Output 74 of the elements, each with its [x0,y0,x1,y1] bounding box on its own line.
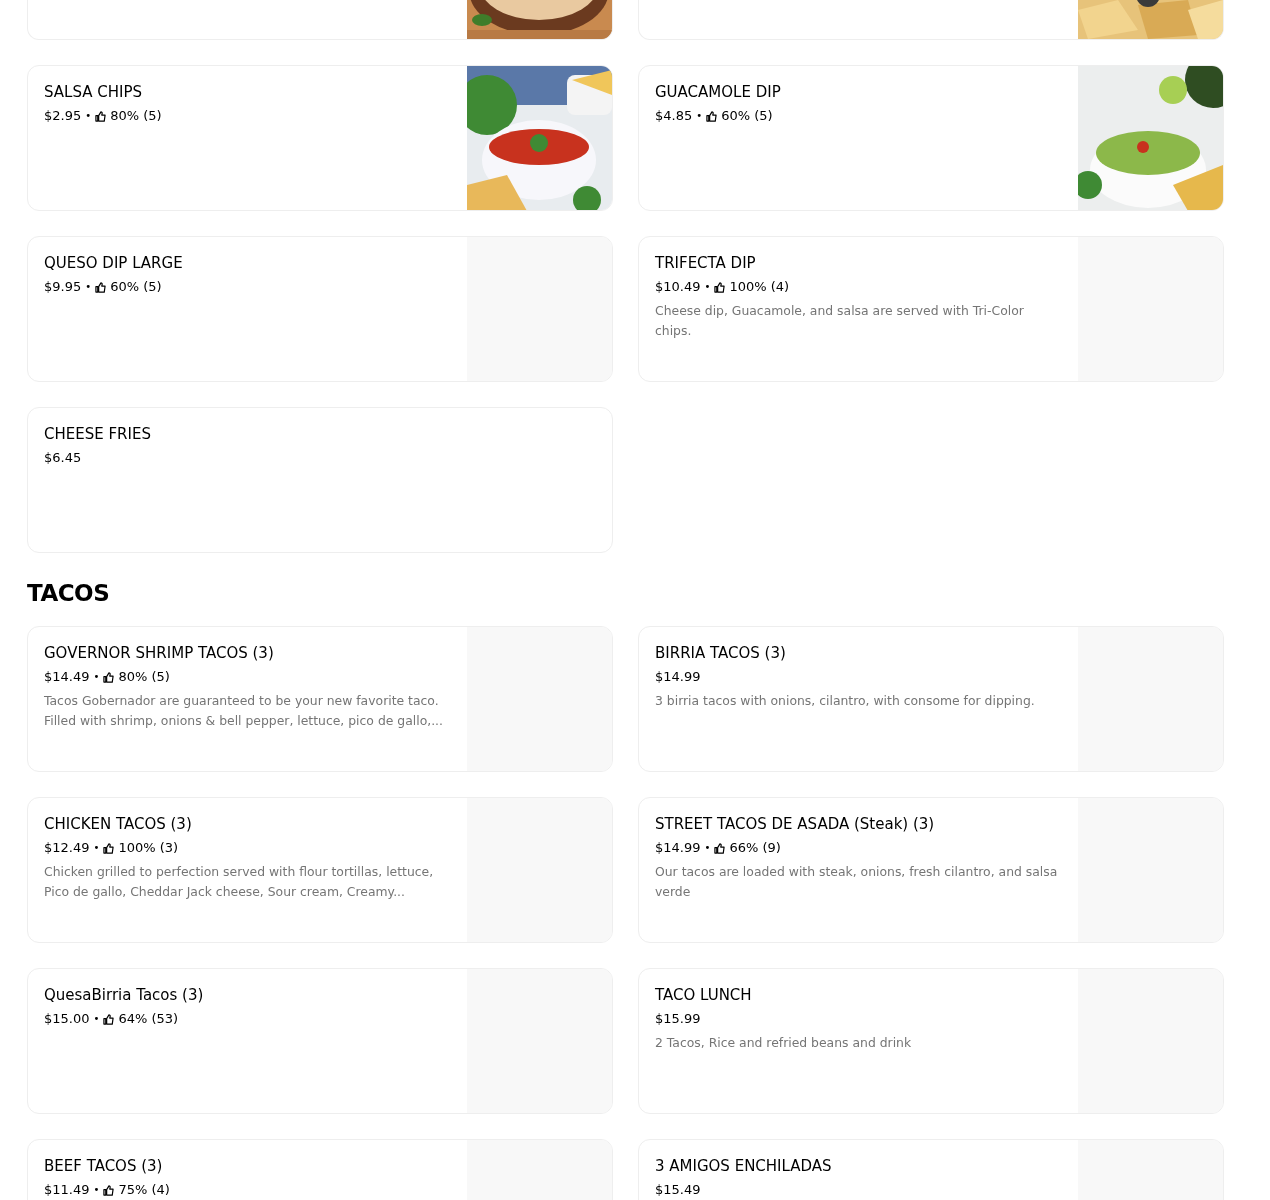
menu-item-card[interactable] [27,0,613,40]
menu-item-card[interactable]: CHICKEN TACOS (3) $12.49 • 100% (3) Chicken grilled to perfection served with flour tortillas, lettuce, Pico de gallo, Cheddar Jack cheese, Sour cream, Creamy... [27,797,613,943]
item-rating: 66% (9) [729,839,781,857]
item-rating: 80% (5) [110,107,162,125]
item-rating: 60% (5) [721,107,773,125]
thumbs-up-icon [103,1013,115,1025]
item-price: $6.45 [44,449,82,467]
thumbs-up-icon [103,842,115,854]
item-description: 2 Tacos, Rice and refried beans and drink [655,1034,913,1052]
item-name: QuesaBirria Tacos (3) [44,985,205,1005]
item-name: GUACAMOLE DIP [655,82,782,102]
item-name: STREET TACOS DE ASADA (Steak) (3) [655,814,936,834]
item-price: $14.99 [655,668,701,686]
item-price: $15.99 [655,1010,701,1028]
separator-dot: • [93,841,100,855]
thumbs-up-icon [103,671,115,683]
item-price: $12.49 [44,839,90,857]
separator-dot: • [85,109,92,123]
menu-item-card[interactable]: QUESO DIP LARGE $9.95 • 60% (5) [27,236,613,382]
item-price: $9.95 [44,278,82,296]
item-rating: 60% (5) [110,278,162,296]
item-description: Cheese dip, Guacamole, and salsa are served with Tri-Color chips. [655,302,1025,340]
separator-dot: • [704,841,711,855]
item-name: QUESO DIP LARGE [44,253,184,273]
item-rating: 80% (5) [118,668,170,686]
menu-item-card[interactable]: BIRRIA TACOS (3) $14.99 3 birria tacos with onions, cilantro, with consome for dipping. [638,626,1224,772]
thumbs-up-icon [706,110,718,122]
menu-item-card[interactable]: STREET TACOS DE ASADA (Steak) (3) $14.99 • 66% (9) Our tacos are loaded with steak, onions, fresh cilantro, and salsa verde [638,797,1224,943]
menu-item-card[interactable]: SALSA CHIPS $2.95 • 80% (5) [27,65,613,211]
item-price: $4.85 [655,107,693,125]
menu-item-card[interactable]: GUACAMOLE DIP $4.85 • 60% (5) [638,65,1224,211]
item-description: Our tacos are loaded with steak, onions, fresh cilantro, and salsa verde [655,863,1059,901]
item-price: $2.95 [44,107,82,125]
item-name: CHICKEN TACOS (3) [44,814,193,834]
item-name: GOVERNOR SHRIMP TACOS (3) [44,643,275,663]
thumbs-up-icon [714,281,726,293]
separator-dot: • [93,1183,100,1197]
separator-dot: • [704,280,711,294]
item-name: BEEF TACOS (3) [44,1156,164,1176]
item-description: Chicken grilled to perfection served with flour tortillas, lettuce, Pico de gallo, Cheddar Jack cheese, Sour cream, Creamy... [44,863,435,901]
item-name: 3 AMIGOS ENCHILADAS [655,1156,833,1176]
separator-dot: • [93,670,100,684]
separator-dot: • [85,280,92,294]
menu-item-card[interactable]: CHEESE FRIES $6.45 [27,407,613,553]
menu-item-card[interactable]: 3 AMIGOS ENCHILADAS $15.49 [638,1139,1224,1200]
item-rating: 75% (4) [118,1181,170,1199]
item-description: Tacos Gobernador are guaranteed to be your new favorite taco. Filled with shrimp, onions & bell pepper, lettuce, pico de gallo,... [44,692,444,730]
section-heading: TACOS [27,581,111,606]
menu-item-card[interactable]: TRIFECTA DIP $10.49 • 100% (4) Cheese dip, Guacamole, and salsa are served with Tri-Color chips. [638,236,1224,382]
separator-dot: • [696,109,703,123]
menu-item-card[interactable]: BEEF TACOS (3) $11.49 • 75% (4) [27,1139,613,1200]
menu-item-card[interactable]: TACO LUNCH $15.99 2 Tacos, Rice and refried beans and drink [638,968,1224,1114]
item-name: SALSA CHIPS [44,82,143,102]
item-price: $15.49 [655,1181,701,1199]
menu-item-card[interactable]: GOVERNOR SHRIMP TACOS (3) $14.49 • 80% (5) Tacos Gobernador are guaranteed to be your new favorite taco. Filled with shrimp, onions & bell pepper, lettuce, pico de gallo,... [27,626,613,772]
thumbs-up-icon [95,110,107,122]
item-price: $11.49 [44,1181,90,1199]
item-price: $15.00 [44,1010,90,1028]
item-price: $10.49 [655,278,701,296]
separator-dot: • [93,1012,100,1026]
thumbs-up-icon [95,281,107,293]
item-rating: 100% (4) [729,278,790,296]
item-rating: 100% (3) [118,839,179,857]
menu-item-card[interactable]: QuesaBirria Tacos (3) $15.00 • 64% (53) [27,968,613,1114]
item-description: 3 birria tacos with onions, cilantro, with consome for dipping. [655,692,1036,710]
thumbs-up-icon [714,842,726,854]
thumbs-up-icon [103,1184,115,1196]
item-name: TACO LUNCH [655,985,753,1005]
item-name: CHEESE FRIES [44,424,152,444]
item-price: $14.99 [655,839,701,857]
item-name: TRIFECTA DIP [655,253,757,273]
item-name: BIRRIA TACOS (3) [655,643,787,663]
item-price: $14.49 [44,668,90,686]
item-rating: 64% (53) [118,1010,179,1028]
